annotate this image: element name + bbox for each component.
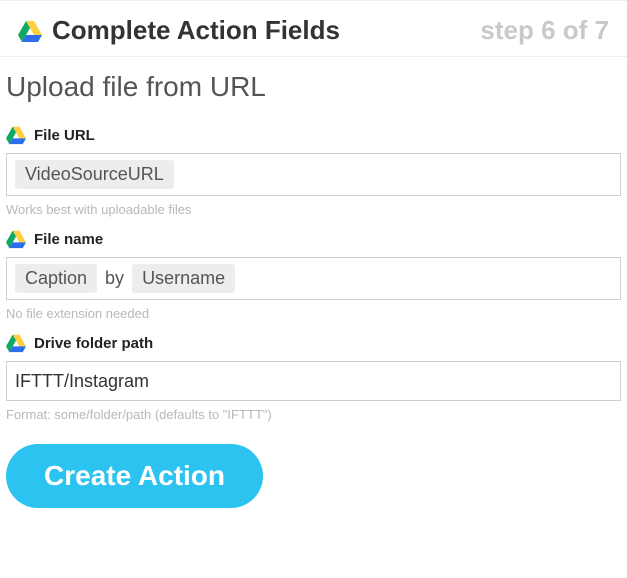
file-name-hint: No file extension needed — [6, 306, 621, 321]
folder-path-text[interactable] — [15, 371, 612, 392]
ingredient-pill[interactable]: Caption — [15, 264, 97, 293]
ingredient-pill[interactable]: VideoSourceURL — [15, 160, 174, 189]
field-file-url: File URL VideoSourceURL Works best with … — [0, 113, 627, 217]
create-action-label: Create Action — [44, 460, 225, 492]
folder-path-input[interactable] — [6, 361, 621, 401]
ingredient-pill[interactable]: Username — [132, 264, 235, 293]
file-url-label: File URL — [34, 127, 95, 144]
field-folder-path: Drive folder path Format: some/folder/pa… — [0, 321, 627, 422]
create-action-button[interactable]: Create Action — [6, 444, 263, 508]
file-url-hint: Works best with uploadable files — [6, 202, 621, 217]
file-url-input[interactable]: VideoSourceURL — [6, 153, 621, 196]
google-drive-icon — [6, 125, 26, 145]
folder-path-hint: Format: some/folder/path (defaults to "I… — [6, 407, 621, 422]
page-header: Complete Action Fields step 6 of 7 — [0, 0, 627, 57]
file-name-input[interactable]: Caption by Username — [6, 257, 621, 300]
folder-path-label: Drive folder path — [34, 335, 153, 352]
google-drive-icon — [18, 19, 42, 43]
action-subtitle: Upload file from URL — [0, 57, 627, 113]
file-name-label: File name — [34, 231, 103, 248]
step-indicator: step 6 of 7 — [480, 15, 609, 46]
google-drive-icon — [6, 229, 26, 249]
page-title: Complete Action Fields — [52, 15, 480, 46]
google-drive-icon — [6, 333, 26, 353]
field-file-name: File name Caption by Username No file ex… — [0, 217, 627, 321]
file-name-text: by — [103, 268, 126, 289]
